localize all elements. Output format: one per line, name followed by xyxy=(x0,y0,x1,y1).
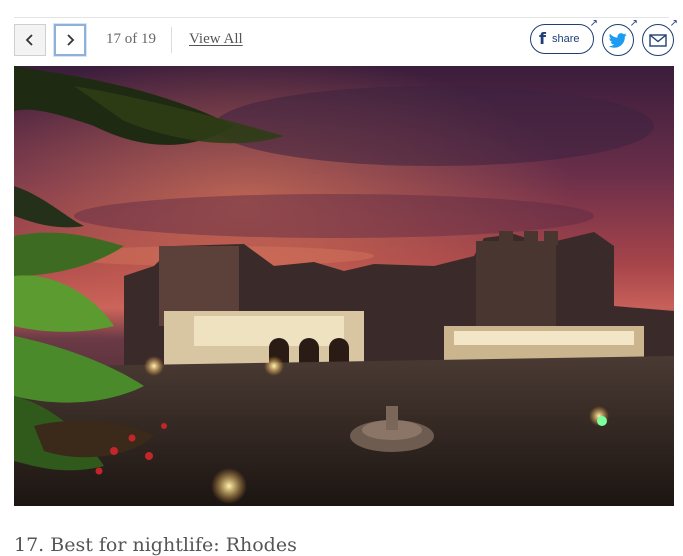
twitter-icon xyxy=(609,32,627,48)
external-arrow-icon: ↗ xyxy=(589,18,598,29)
view-all-link[interactable]: View All xyxy=(189,31,243,48)
previous-button[interactable] xyxy=(14,24,46,56)
slide-caption: 17. Best for nightlife: Rhodes xyxy=(14,534,297,556)
gallery-toolbar: 17 of 19 View All f share ↗ ↗ ↗ xyxy=(14,19,678,57)
external-arrow-icon: ↗ xyxy=(629,18,638,29)
gallery-page: 17 of 19 View All f share ↗ ↗ ↗ 17. Best… xyxy=(0,0,683,556)
email-share-button[interactable]: ↗ xyxy=(642,19,678,56)
chevron-left-icon xyxy=(25,34,33,46)
external-arrow-icon: ↗ xyxy=(669,18,678,29)
facebook-share-button[interactable]: f share ↗ xyxy=(530,19,598,54)
twitter-share-button[interactable]: ↗ xyxy=(602,19,638,56)
slide-counter: 17 of 19 xyxy=(106,31,156,47)
facebook-icon: f xyxy=(539,29,546,48)
divider xyxy=(171,27,172,53)
email-icon xyxy=(649,33,667,47)
gallery-photo[interactable] xyxy=(14,66,674,506)
next-button[interactable] xyxy=(54,24,86,56)
rhodes-night-photo xyxy=(14,66,674,506)
chevron-right-icon xyxy=(67,34,75,46)
share-label: share xyxy=(551,33,580,45)
divider xyxy=(14,17,669,18)
